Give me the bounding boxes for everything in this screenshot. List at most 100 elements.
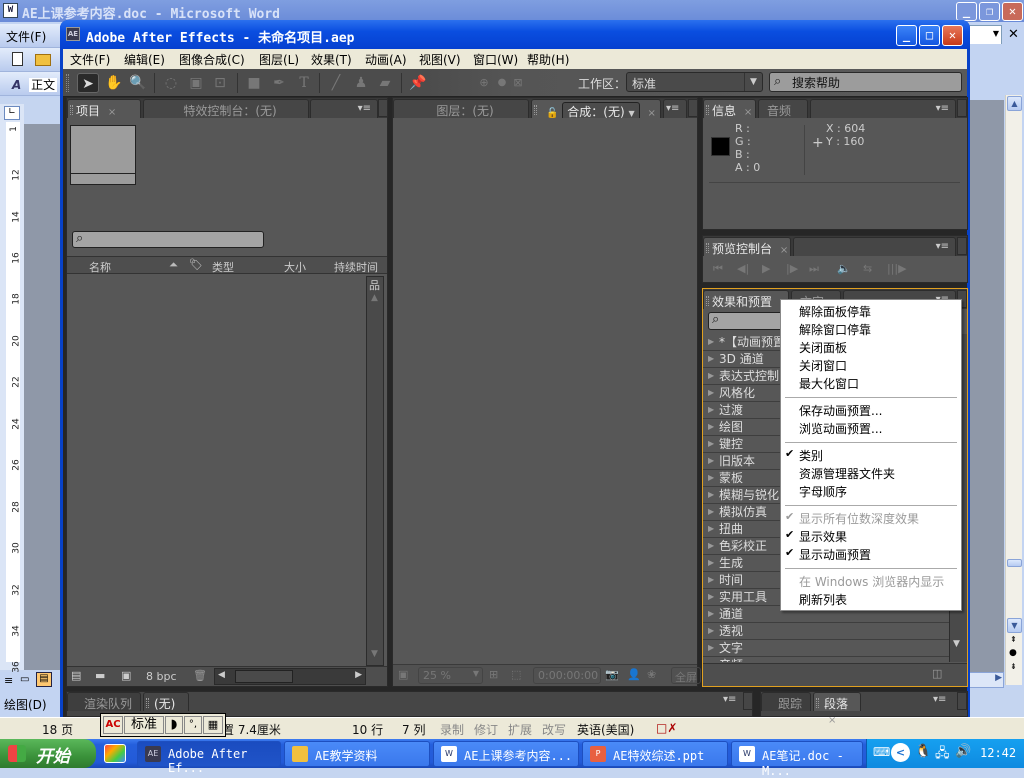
tab-grip[interactable]	[534, 105, 537, 115]
web-view-icon[interactable]: ▭	[20, 674, 29, 685]
expand-triangle-icon[interactable]: ▶	[708, 419, 714, 435]
word-minimize-button[interactable]: _	[956, 2, 977, 21]
taskbar-item-folder[interactable]: AE教学资料	[284, 741, 430, 767]
expand-triangle-icon[interactable]: ▶	[708, 402, 714, 418]
tab-effect-controls[interactable]: 特效控制台：(无)	[143, 99, 309, 118]
tab-preview[interactable]: 预览控制台 ×	[703, 237, 791, 256]
expand-triangle-icon[interactable]: ▶	[708, 351, 714, 367]
panel-grip[interactable]	[957, 99, 967, 117]
word-restore-button[interactable]: ❐	[979, 2, 1000, 21]
context-menu-item[interactable]: 解除窗口停靠	[799, 321, 871, 339]
tab-audio[interactable]: 音频	[758, 99, 808, 118]
taskbar-item-word-doc[interactable]: W AE上课参考内容...	[433, 741, 579, 767]
flowchart-icon[interactable]: 品	[369, 277, 380, 293]
draw-menu[interactable]: 绘图(D)	[4, 696, 47, 713]
network-icon[interactable]: 🖧	[935, 744, 950, 766]
tab-stop-selector[interactable]: ∟	[4, 106, 20, 120]
composition-viewer[interactable]	[393, 118, 697, 664]
context-menu-item[interactable]: 类别	[799, 447, 823, 465]
menu-layer[interactable]: 图层(L)	[259, 51, 299, 68]
pan-behind-tool-icon[interactable]: ⊡	[209, 73, 231, 93]
word-menu-file[interactable]: 文件(F)	[0, 24, 62, 48]
ime-halfwidth-icon[interactable]: ◗	[165, 716, 183, 734]
clone-stamp-tool-icon[interactable]: ♟	[350, 73, 372, 93]
effects-category-item[interactable]: ▶ 透视	[703, 623, 949, 640]
tab-grip[interactable]	[706, 105, 709, 115]
status-record[interactable]: 录制	[440, 721, 464, 738]
project-vertical-scrollbar[interactable]: 品 ▲ ▼	[366, 276, 384, 666]
panel-grip[interactable]	[957, 237, 967, 255]
title-action-safe-icon[interactable]: ⊞	[489, 668, 498, 681]
current-time-display[interactable]: 0:00:00:00	[533, 667, 601, 684]
text-tool-icon[interactable]: T	[293, 73, 315, 93]
new-composition-icon[interactable]: ▣	[121, 669, 131, 682]
brush-tool-icon[interactable]: ╱	[325, 73, 347, 93]
column-type[interactable]: 类型	[212, 259, 234, 275]
new-document-icon[interactable]	[12, 52, 23, 66]
expand-triangle-icon[interactable]: ▶	[708, 470, 714, 486]
panel-grip[interactable]	[688, 99, 698, 117]
tab-render-queue[interactable]: 渲染队列	[67, 692, 141, 711]
scroll-up-icon[interactable]: ▲	[371, 293, 378, 303]
interpret-footage-icon[interactable]: ▤	[71, 669, 81, 682]
volume-icon[interactable]: 🔊	[955, 744, 971, 759]
menu-animation[interactable]: 动画(A)	[365, 51, 407, 68]
close-icon[interactable]: ×	[744, 107, 752, 118]
scroll-right-icon[interactable]: ▶	[995, 673, 1002, 683]
close-icon[interactable]: ×	[828, 715, 836, 726]
ime-punctuation-icon[interactable]: °,	[184, 716, 202, 734]
project-horizontal-scrollbar[interactable]: ◀ ▶	[214, 668, 366, 685]
expand-triangle-icon[interactable]: ▶	[708, 334, 714, 350]
tab-timeline[interactable]: (无) ×	[143, 692, 189, 726]
close-icon[interactable]: ×	[108, 107, 116, 118]
effects-category-item[interactable]: ▶ 音频	[703, 657, 949, 662]
scroll-left-icon[interactable]: ◀	[218, 670, 225, 680]
effects-category-item[interactable]: ▶ 文字	[703, 640, 949, 657]
expand-triangle-icon[interactable]: ▶	[708, 657, 714, 662]
scroll-up-icon[interactable]: ▲	[1007, 96, 1022, 111]
context-menu-item[interactable]: 浏览动画预置...	[799, 420, 882, 438]
tab-project[interactable]: 项目 ×	[67, 99, 141, 118]
status-track[interactable]: 修订	[474, 721, 498, 738]
rectangle-mask-tool-icon[interactable]: ■	[243, 73, 265, 93]
project-search-input[interactable]: ⌕	[72, 231, 264, 248]
chevron-down-icon[interactable]: ▼	[628, 109, 634, 118]
chevron-down-icon[interactable]: ▼	[744, 73, 762, 91]
tab-grip[interactable]	[816, 698, 819, 708]
expand-triangle-icon[interactable]: ▶	[708, 368, 714, 384]
snapshot-icon[interactable]: 📷	[605, 668, 619, 681]
ime-mode[interactable]: 标准	[124, 716, 164, 734]
loop-icon[interactable]: ⇆	[863, 262, 872, 275]
open-folder-icon[interactable]	[34, 54, 51, 66]
show-hidden-icons-button[interactable]: <	[891, 743, 910, 762]
expand-triangle-icon[interactable]: ▶	[708, 504, 714, 520]
tab-grip[interactable]	[70, 105, 73, 115]
trash-icon[interactable]: 🗑	[193, 669, 207, 682]
panel-menu-icon[interactable]: ▾≡	[936, 241, 949, 252]
dropdown-arrow-icon[interactable]: ▼	[993, 29, 999, 38]
status-overtype[interactable]: 改写	[542, 721, 566, 738]
column-name[interactable]: 名称	[89, 259, 111, 275]
color-depth-label[interactable]: 8 bpc	[146, 670, 177, 683]
puppet-pin-tool-icon[interactable]: 📌	[407, 73, 429, 93]
new-preset-icon[interactable]: ◫	[932, 667, 942, 680]
word-horizontal-scrollbar[interactable]: ▶	[966, 672, 1004, 688]
tab-grip[interactable]	[706, 243, 709, 253]
expand-triangle-icon[interactable]: ▶	[708, 555, 714, 571]
fullscreen-button[interactable]: 全屏	[671, 667, 701, 684]
context-menu-item[interactable]: 显示效果	[799, 528, 847, 546]
tab-effects-presets[interactable]: 效果和预置 ×	[703, 290, 789, 324]
expand-triangle-icon[interactable]: ▶	[708, 538, 714, 554]
panel-menu-icon[interactable]: ▾≡	[936, 103, 949, 114]
status-extend[interactable]: 扩展	[508, 721, 532, 738]
panel-grip[interactable]	[378, 99, 388, 117]
view-axis-mode-icon[interactable]: ⊠	[507, 73, 529, 93]
last-frame-icon[interactable]: ⏭	[809, 262, 819, 276]
qq-icon[interactable]: 🐧	[915, 744, 931, 759]
panel-menu-icon[interactable]: ▾≡	[933, 694, 946, 705]
scroll-thumb[interactable]	[1007, 559, 1022, 567]
expand-triangle-icon[interactable]: ▶	[708, 385, 714, 401]
panel-grip[interactable]	[957, 692, 967, 710]
context-menu-item[interactable]: 资源管理器文件夹	[799, 465, 895, 483]
chevron-down-icon[interactable]: ▼	[473, 669, 479, 678]
